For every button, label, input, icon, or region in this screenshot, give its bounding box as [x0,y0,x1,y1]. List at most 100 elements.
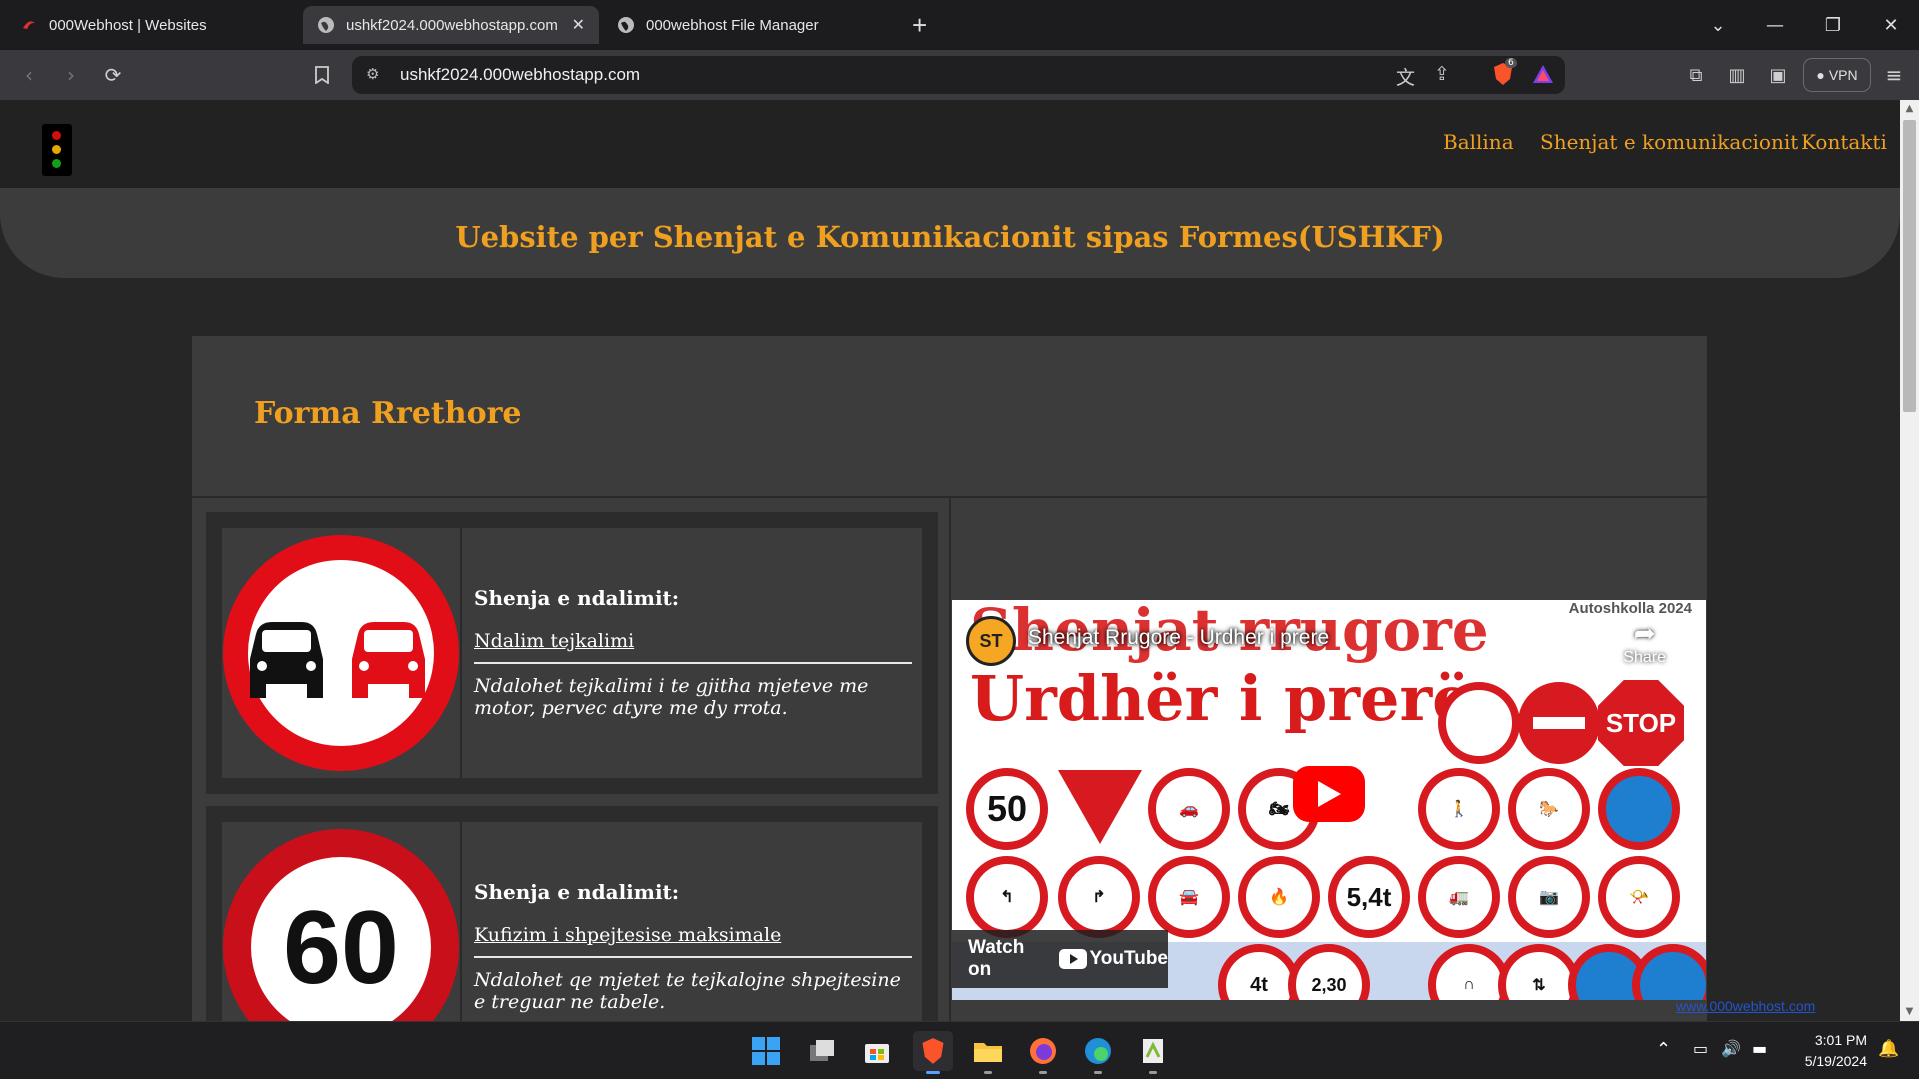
scrollbar-thumb[interactable] [1903,120,1916,412]
clock-date: 5/19/2024 [1804,1053,1867,1069]
no-horses-sign-icon: 🐎 [1508,768,1590,850]
share-button[interactable]: ➦ Share [1623,618,1666,667]
shields-count: 6 [1505,58,1517,68]
sign-divider [474,956,912,958]
youtube-embed[interactable]: Shenjat rrugore Autoshkolla 2024 Urdhër … [952,600,1706,1000]
tab-title: 000Webhost | Websites [49,16,207,34]
tab-search-chevron-icon[interactable]: ⌄ [1688,0,1748,50]
tray-overflow-chevron-icon[interactable]: ⌃ [1656,1039,1671,1060]
speed-limit-value: 60 [283,890,399,1006]
file-explorer-icon[interactable] [968,1031,1008,1074]
youtube-logo-icon: YouTube [1058,948,1168,970]
brave-rewards-icon[interactable] [1532,64,1554,88]
volume-icon[interactable]: 🔊 [1721,1039,1741,1058]
windows-taskbar: ⌃ ▭ 🔊 ▬ 3:01 PM 5/19/2024 🔔 [0,1021,1919,1079]
new-tab-button[interactable]: + [898,6,950,44]
sign-name-link[interactable]: Kufizim i shpejtesise maksimale [474,924,781,946]
brave-taskbar-icon[interactable] [913,1031,953,1074]
close-window-button[interactable]: ✕ [1861,0,1919,50]
no-pedestrians-sign-icon: 🚶 [1418,768,1500,850]
tab-000webhost[interactable]: 000Webhost | Websites [6,6,296,44]
thumbnail-corner-label: Autoshkolla 2024 [1568,600,1692,617]
youtube-wordmark: YouTube [1089,948,1168,969]
no-camera-sign-icon: 📷 [1508,856,1590,938]
thumbnail-heading-2: Urdhër i prerë [970,662,1472,735]
address-bar[interactable]: ⚙ ushkf2024.000webhostapp.com 文 ⇪ 6 [352,56,1565,94]
section-title: Forma Rrethore [254,396,522,431]
restore-button[interactable]: ❐ [1803,0,1863,50]
nav-link-ballina[interactable]: Ballina [1443,130,1514,154]
site-info-icon[interactable]: ⚙ [366,65,379,83]
scroll-down-arrow-icon[interactable]: ▼ [1900,1003,1919,1021]
tab-ushkf[interactable]: ushkf2024.000webhostapp.com ✕ [303,6,599,44]
url-text[interactable]: ushkf2024.000webhostapp.com [400,65,640,85]
forward-button[interactable]: › [55,59,87,91]
close-tab-icon[interactable]: ✕ [572,15,585,35]
stop-sign-icon: STOP [1598,680,1684,766]
brave-shields-icon[interactable]: 6 [1492,58,1517,90]
speed-50-sign-icon: 50 [966,768,1048,850]
watch-on-label: Watch on [968,937,1025,980]
task-view-icon[interactable] [802,1031,842,1071]
notepad-plus-plus-icon[interactable] [1133,1031,1173,1074]
no-parking-sign-icon [1598,768,1680,850]
yield-sign-icon [1058,770,1142,844]
tab-strip: 000Webhost | Websites ushkf2024.000webho… [0,0,1919,50]
no-trailer-sign-icon: 🚛 [1418,856,1500,938]
sign-divider [474,662,912,664]
translate-icon[interactable]: 文 [1396,63,1415,90]
no-dangerous-goods-sign-icon: 🔥 [1238,856,1320,938]
notifications-bell-icon[interactable]: 🔔 [1878,1039,1899,1059]
site-navbar: Ballina Shenjat e komunikacionit Kontakt… [0,100,1900,188]
extensions-icon[interactable]: ⧉ [1680,59,1712,91]
play-button[interactable] [1293,766,1365,822]
webhost-badge-link[interactable]: www.000webhost.com [1676,998,1815,1014]
nav-link-shenjat[interactable]: Shenjat e komunikacionit [1540,130,1798,154]
no-overtaking-small-sign-icon: 🚘 [1148,856,1230,938]
speed-limit-sign-icon: 60 [223,829,459,1021]
channel-avatar[interactable]: ST [966,616,1016,666]
no-overtaking-sign-icon [223,535,459,771]
vpn-button[interactable]: ● VPN [1803,58,1871,92]
page-scrollbar[interactable]: ▲ ▼ [1900,100,1919,1021]
tab-file-manager[interactable]: 000webhost File Manager [603,6,893,44]
minimize-button[interactable]: — [1745,0,1805,50]
start-windows-icon[interactable] [746,1031,786,1071]
edge-icon[interactable] [1078,1031,1118,1074]
taskbar-clock[interactable]: 3:01 PM 5/19/2024 [1805,1030,1867,1072]
sidebar-icon[interactable]: ▥ [1721,59,1753,91]
menu-icon[interactable]: ≡ [1878,59,1910,91]
network-icon[interactable]: ▭ [1693,1039,1708,1058]
no-entry-sign-icon [1518,682,1600,764]
vpn-label: VPN [1828,67,1858,83]
sign-description: Ndalohet qe mjetet te tejkalojne shpejte… [474,969,901,1013]
weight-limit-sign-icon: 5,4t [1328,856,1410,938]
globe-icon [317,16,335,34]
firefox-icon[interactable] [1023,1031,1063,1074]
wallet-icon[interactable]: ▣ [1762,59,1794,91]
sign-name-link[interactable]: Ndalim tejkalimi [474,630,634,652]
battery-icon[interactable]: ▬ [1752,1039,1767,1058]
share-icon[interactable]: ⇪ [1434,63,1450,85]
traffic-light-logo-icon[interactable] [42,124,72,176]
clock-time: 3:01 PM [1814,1032,1867,1048]
column-divider [949,496,951,1021]
sign-category: Shenja e ndalimit: [474,586,680,610]
reload-button[interactable]: ⟳ [97,59,129,91]
watch-on-youtube-button[interactable]: Watch on YouTube [952,930,1168,988]
sign-card: Shenja e ndalimit: Ndalim tejkalimi Ndal… [206,512,938,794]
video-title[interactable]: Shenjat Rrugore - Urdher i prere [1028,626,1329,650]
no-left-turn-sign-icon: ↰ [966,856,1048,938]
sign-category: Shenja e ndalimit: [474,880,680,904]
browser-toolbar: ‹ › ⟳ ⚙ ushkf2024.000webhostapp.com 文 ⇪ … [0,50,1919,100]
tab-title: 000webhost File Manager [646,16,819,34]
bookmark-icon[interactable] [306,59,338,91]
no-right-turn-sign-icon: ↱ [1058,856,1140,938]
sign-description: Ndalohet tejkalimi i te gjitha mjeteve m… [474,675,869,719]
scroll-up-arrow-icon[interactable]: ▲ [1900,100,1919,118]
store-icon[interactable] [857,1031,897,1071]
share-arrow-icon: ➦ [1633,618,1656,648]
no-cars-sign-icon: 🚗 [1148,768,1230,850]
nav-link-kontakti[interactable]: Kontakti [1801,130,1887,154]
back-button[interactable]: ‹ [13,59,45,91]
